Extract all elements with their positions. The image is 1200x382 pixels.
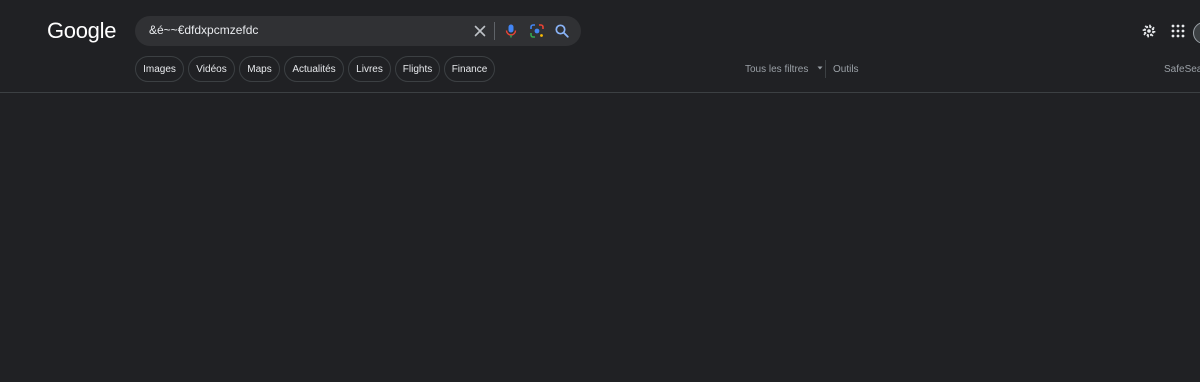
all-filters-label: Tous les filtres (745, 64, 809, 75)
google-logo[interactable]: Google (47, 18, 116, 44)
filters-divider (825, 60, 826, 78)
chip-flights[interactable]: Flights (395, 56, 440, 82)
chip-actualites[interactable]: Actualités (284, 56, 344, 82)
all-filters-button[interactable]: Tous les filtres (745, 64, 824, 75)
apps-grid-icon[interactable] (1170, 23, 1186, 39)
safesearch-button[interactable]: SafeSearch (1164, 64, 1200, 75)
microphone-icon[interactable] (503, 23, 519, 39)
chevron-down-icon (817, 66, 823, 70)
gear-icon[interactable] (1141, 23, 1157, 39)
search-input[interactable]: &é~~€dfdxpcmzefdc (149, 23, 258, 37)
chip-videos[interactable]: Vidéos (188, 56, 235, 82)
chip-maps[interactable]: Maps (239, 56, 280, 82)
header-divider (0, 92, 1200, 93)
search-icon[interactable] (554, 23, 570, 39)
lens-icon[interactable] (529, 23, 545, 39)
tools-button[interactable]: Outils (833, 64, 859, 75)
chip-images[interactable]: Images (135, 56, 184, 82)
account-avatar[interactable] (1193, 22, 1200, 44)
close-icon[interactable] (472, 23, 488, 39)
chip-livres[interactable]: Livres (348, 56, 391, 82)
search-box[interactable]: &é~~€dfdxpcmzefdc (135, 16, 581, 46)
search-divider (494, 22, 495, 40)
chip-finance[interactable]: Finance (444, 56, 495, 82)
